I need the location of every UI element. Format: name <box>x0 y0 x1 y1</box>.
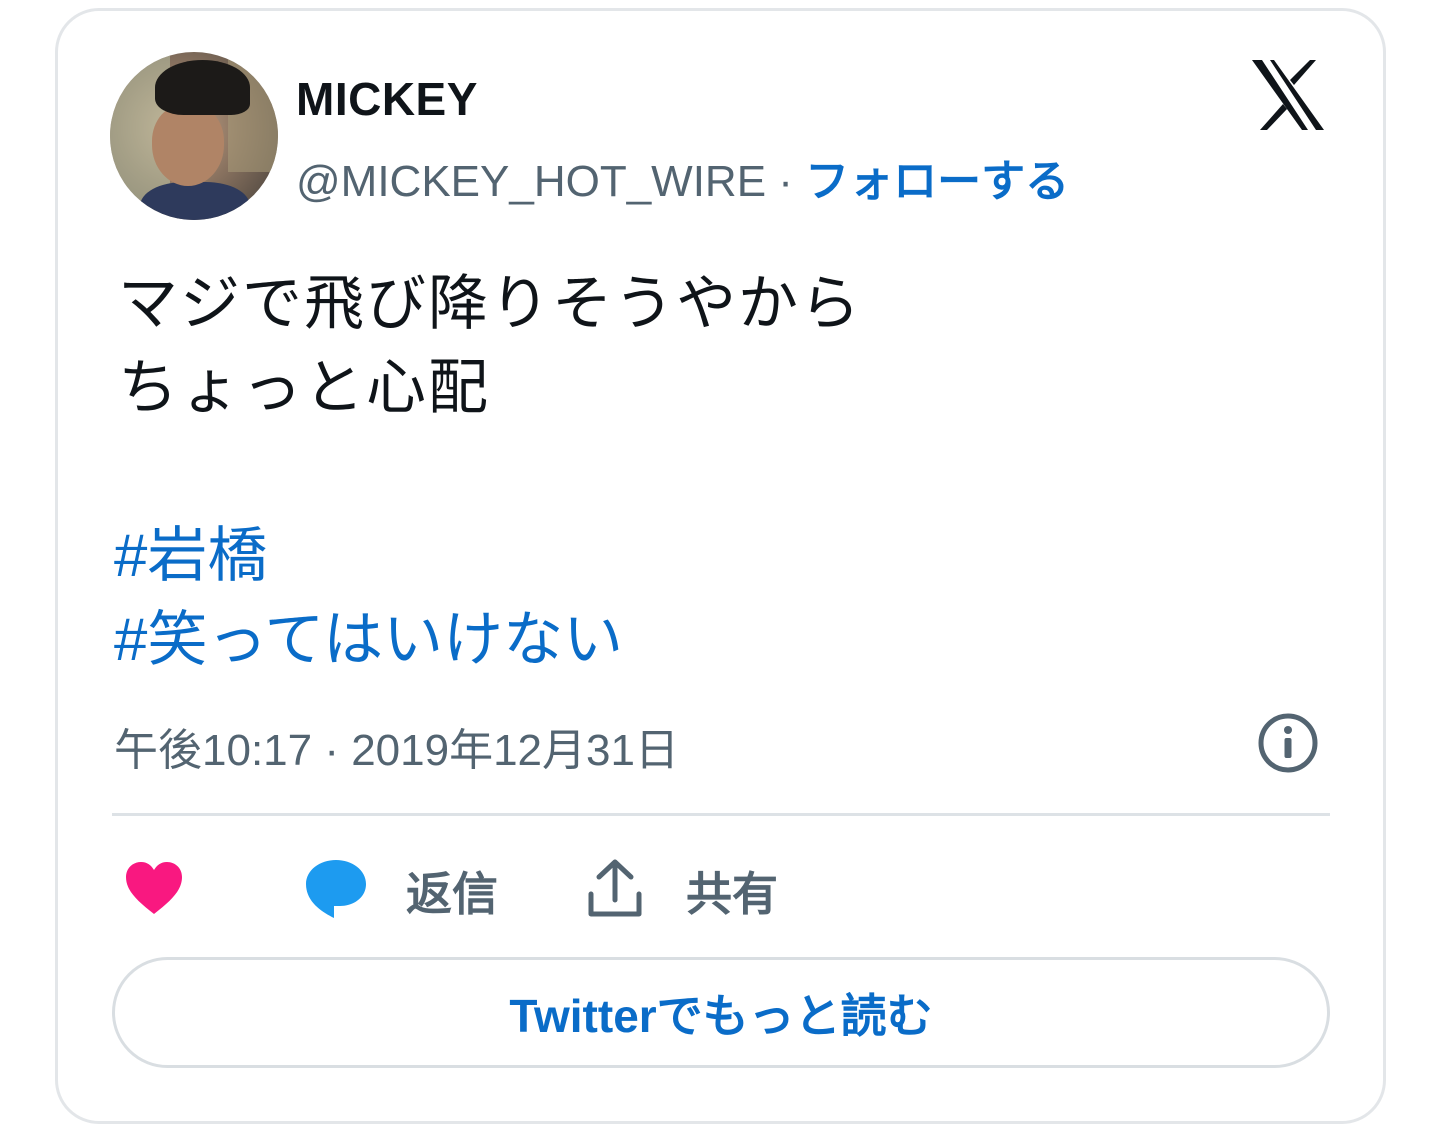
x-logo-icon[interactable] <box>1250 58 1326 132</box>
handle-separator: · <box>766 157 806 206</box>
author-display-name[interactable]: MICKEY <box>296 72 478 126</box>
author-handle[interactable]: @MICKEY_HOT_WIRE <box>296 157 766 206</box>
divider <box>112 813 1330 816</box>
read-more-button[interactable]: Twitterでもっと読む <box>112 957 1330 1068</box>
share-upload-icon[interactable] <box>586 858 644 920</box>
action-bar: 返信 共有 <box>112 848 1312 928</box>
author-handle-row: @MICKEY_HOT_WIRE · フォローする <box>296 145 1069 209</box>
speech-bubble-icon[interactable] <box>304 856 368 920</box>
hashtag-link[interactable]: #岩橋 <box>114 514 623 598</box>
heart-icon[interactable] <box>124 860 184 916</box>
hashtag-list: #岩橋 #笑ってはいけない <box>114 514 623 682</box>
tweet-line: マジで飛び降りそうやから <box>118 270 862 337</box>
share-button-label[interactable]: 共有 <box>686 858 778 924</box>
info-icon[interactable] <box>1256 711 1320 775</box>
reply-button-label[interactable]: 返信 <box>406 858 498 924</box>
tweet-line: ちょっと心配 <box>118 354 490 421</box>
author-avatar[interactable] <box>110 52 278 220</box>
tweet-timestamp[interactable]: 午後10:17 · 2019年12月31日 <box>114 714 679 778</box>
hashtag-link[interactable]: #笑ってはいけない <box>114 598 623 682</box>
tweet-text: マジで飛び降りそうやから ちょっと心配 <box>118 262 862 430</box>
follow-button[interactable]: フォローする <box>805 157 1069 206</box>
